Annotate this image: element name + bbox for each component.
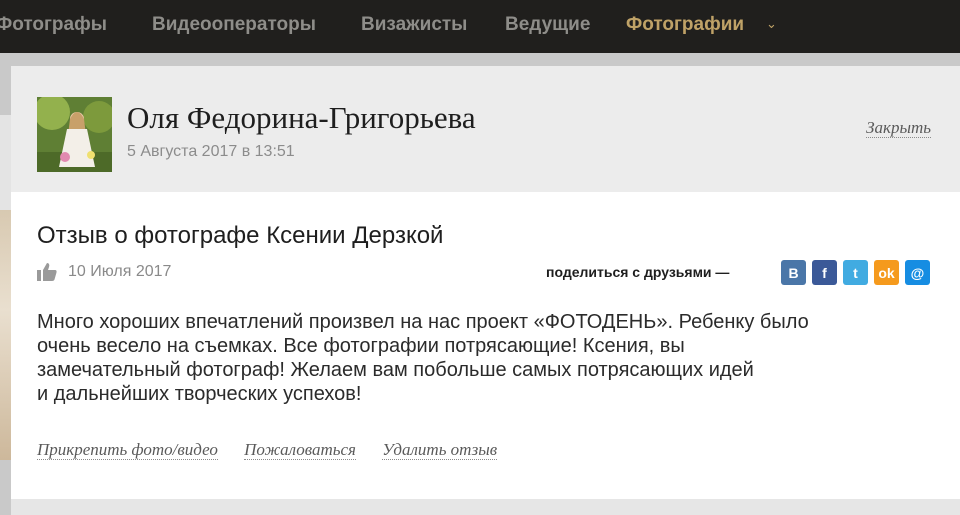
review-title: Отзыв о фотографе Ксении Дерзкой [37,222,444,249]
facebook-icon[interactable]: f [812,260,837,285]
share-label: поделиться с друзьями — [546,264,730,280]
review-text-line: замечательный фотограф! Желаем вам побол… [37,359,754,381]
review-text: Много хороших впечатлений произвел на на… [37,310,937,406]
author-post-date: 5 Августа 2017 в 13:51 [127,143,295,160]
chevron-down-icon[interactable]: ⌄ [766,16,777,32]
review-text-line: очень весело на съемках. Все фотографии … [37,335,685,357]
nav-item-hosts[interactable]: Ведущие [505,14,590,36]
close-link[interactable]: Закрыть [866,119,931,138]
odnoklassniki-icon[interactable]: ok [874,260,899,285]
vk-icon[interactable]: B [781,260,806,285]
mailru-icon[interactable]: @ [905,260,930,285]
twitter-icon[interactable]: t [843,260,868,285]
review-date: 10 Июля 2017 [68,263,172,280]
attach-media-link[interactable]: Прикрепить фото/видео [37,440,218,460]
complain-link[interactable]: Пожаловаться [244,440,356,460]
nav-item-makeup-artists[interactable]: Визажисты [361,14,467,36]
review-text-line: и дальнейших творческих успехов! [37,383,362,405]
thumbs-up-icon[interactable] [37,263,57,281]
nav-item-photos[interactable]: Фотографии [626,14,744,36]
delete-review-link[interactable]: Удалить отзыв [382,440,498,460]
author-name: Оля Федорина-Григорьева [127,100,476,135]
share-buttons: Bf t ok @ [781,260,930,285]
review-actions: Прикрепить фото/видео Пожаловаться Удали… [37,440,519,460]
review-modal: Оля Федорина-Григорьева 5 Августа 2017 в… [11,66,960,515]
review-text-line: Много хороших впечатлений произвел на на… [37,311,809,333]
nav-item-photographers[interactable]: Фотографы [0,14,107,36]
modal-header: Оля Федорина-Григорьева 5 Августа 2017 в… [11,66,960,192]
review-card: Отзыв о фотографе Ксении Дерзкой 10 Июля… [11,192,960,499]
top-navigation: Фотографы Видеооператоры Визажисты Ведущ… [0,0,960,53]
avatar[interactable] [37,97,112,172]
modal-footer [11,499,960,515]
nav-item-videographers[interactable]: Видеооператоры [152,14,316,36]
